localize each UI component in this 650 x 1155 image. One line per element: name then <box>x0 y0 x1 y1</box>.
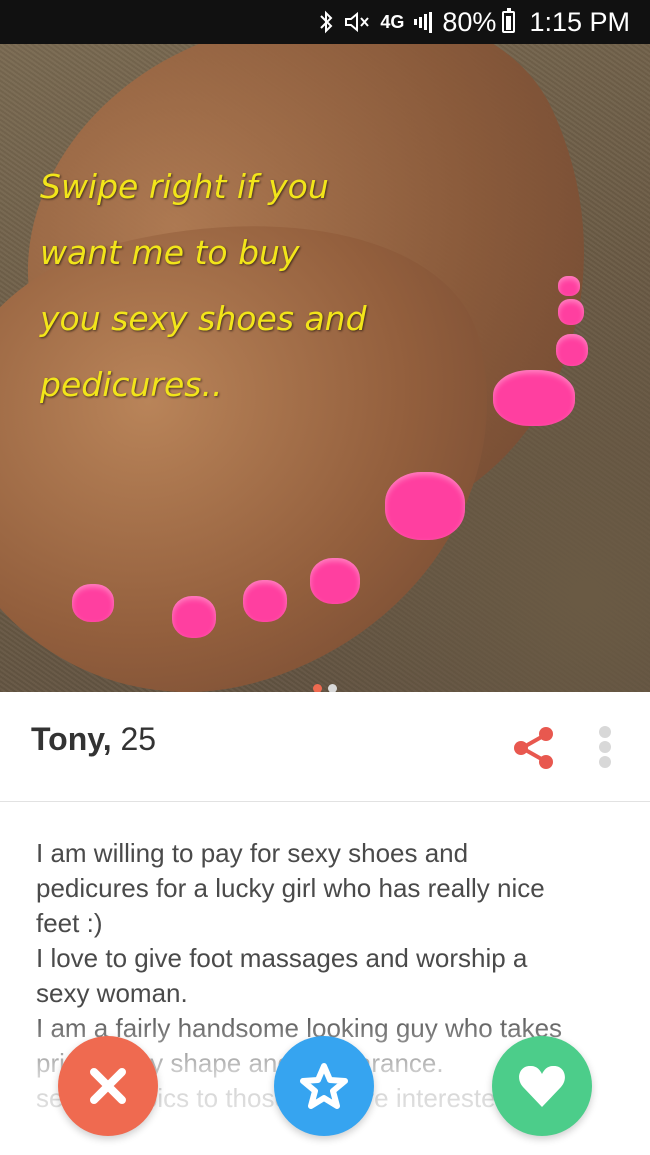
toenail <box>558 299 584 325</box>
status-bar: 4G 80% 1:15 PM <box>0 0 650 44</box>
profile-name-age: Tony, 25 <box>31 721 156 758</box>
toenail <box>385 472 465 540</box>
profile-header: Tony, 25 <box>0 692 650 802</box>
bluetooth-icon <box>318 10 334 34</box>
toenail <box>556 334 588 366</box>
close-icon <box>90 1068 126 1104</box>
star-icon <box>300 1063 348 1109</box>
toenail <box>493 370 575 426</box>
photo-pager <box>313 684 337 692</box>
mute-icon <box>344 11 370 33</box>
toenail <box>172 596 216 638</box>
photo-caption: Swipe right if you want me to buy you se… <box>40 154 440 418</box>
signal-icon <box>414 11 433 33</box>
heart-icon <box>519 1065 565 1107</box>
profile-photo[interactable]: Swipe right if you want me to buy you se… <box>0 44 650 692</box>
clock: 1:15 PM <box>529 6 630 37</box>
battery-level: 80% <box>442 6 497 37</box>
toenail <box>558 276 580 296</box>
caption-line: Swipe right if you <box>40 167 329 206</box>
toenail <box>310 558 360 604</box>
nope-button[interactable] <box>58 1036 158 1136</box>
network-type: 4G <box>380 11 405 32</box>
toenail <box>72 584 114 622</box>
like-button[interactable] <box>492 1036 592 1136</box>
caption-line: want me to buy <box>40 233 300 272</box>
pager-dot-active[interactable] <box>313 684 322 692</box>
super-like-button[interactable] <box>274 1036 374 1136</box>
profile-name: Tony, <box>31 721 112 757</box>
toenail <box>243 580 287 622</box>
battery-icon <box>502 8 516 33</box>
share-icon[interactable] <box>512 726 556 770</box>
caption-line: you sexy shoes and <box>40 299 367 338</box>
pager-dot[interactable] <box>328 684 337 692</box>
profile-age: 25 <box>120 721 157 757</box>
caption-line: pedicures.. <box>40 365 223 404</box>
more-options-icon[interactable] <box>598 726 612 768</box>
